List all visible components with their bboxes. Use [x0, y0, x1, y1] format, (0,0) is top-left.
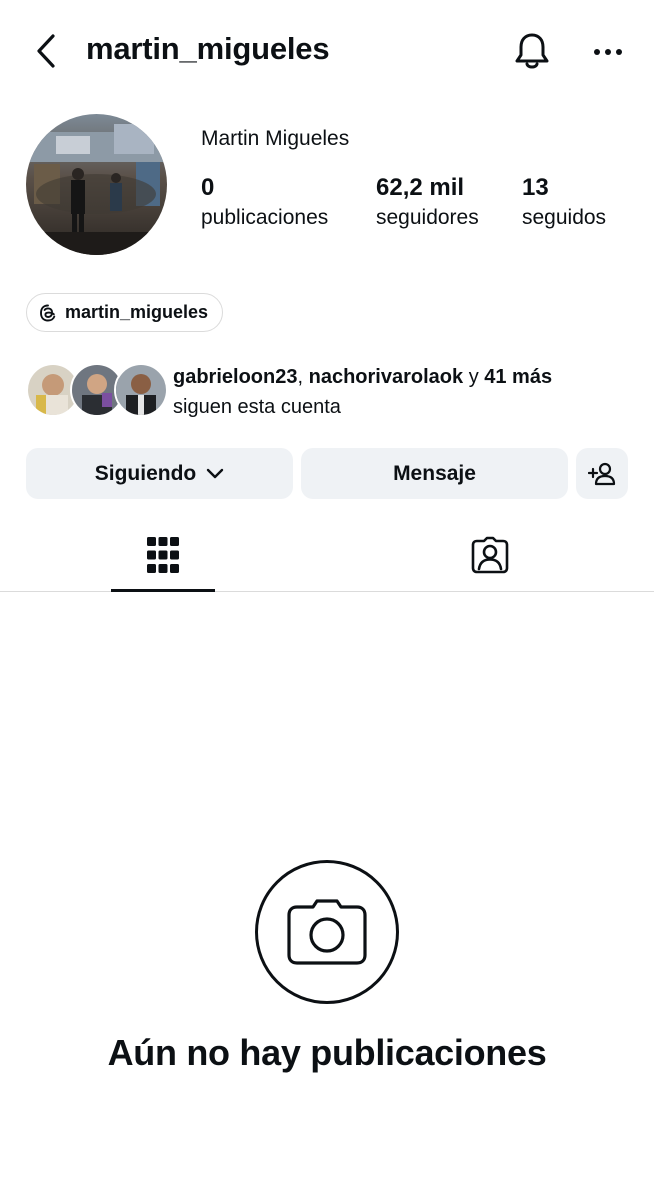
display-name: Martin Migueles [201, 127, 350, 150]
following-label: Siguiendo [94, 461, 197, 485]
stat-posts-label: publicaciones [201, 206, 329, 229]
following-button[interactable]: Siguiendo [26, 448, 293, 499]
stat-followers-count: 62,2 mil [376, 174, 465, 201]
top-bar: martin_migueles [0, 0, 654, 100]
mutual-followers-avatars[interactable] [26, 363, 168, 417]
stat-following[interactable]: 13 seguidos [522, 173, 606, 233]
message-label: Mensaje [393, 461, 476, 485]
chevron-left-icon [37, 34, 55, 68]
camera-icon [287, 899, 367, 965]
add-person-icon [588, 462, 616, 485]
chevron-down-icon [207, 468, 224, 478]
profile-page: martin_migueles Martin Migueles 0 public… [0, 0, 654, 1200]
threads-profile-link[interactable]: martin_migueles [26, 293, 224, 332]
bell-icon [515, 33, 549, 69]
mutual-followers-text[interactable]: gabrieloon23, nachorivarolaok y 41 más s… [173, 362, 552, 422]
active-tab-indicator [111, 589, 215, 592]
suggest-accounts-button[interactable] [576, 448, 628, 499]
stat-followers-label: seguidores [376, 206, 479, 229]
grid-icon [147, 537, 179, 573]
mutual-separator: , [297, 366, 309, 388]
empty-state-camera [255, 860, 399, 1004]
back-button[interactable] [28, 30, 64, 72]
empty-state-title: Aún no hay publicaciones [107, 1032, 547, 1073]
mutual-others-count[interactable]: 41 más [484, 366, 552, 388]
stat-followers[interactable]: 62,2 mil seguidores [376, 173, 479, 233]
notifications-button[interactable] [510, 29, 554, 73]
message-button[interactable]: Mensaje [301, 448, 568, 499]
mutual-suffix: siguen esta cuenta [173, 396, 341, 418]
tab-posts[interactable] [111, 520, 215, 590]
mutual-follower-1[interactable]: gabrieloon23 [173, 366, 297, 388]
threads-handle: martin_migueles [65, 302, 209, 322]
threads-icon [40, 304, 56, 321]
profile-avatar[interactable] [26, 114, 167, 255]
mutual-connector: y [468, 366, 479, 388]
more-options-button[interactable] [588, 32, 628, 72]
profile-tabs [0, 520, 654, 592]
mutual-follower-2[interactable]: nachorivarolaok [309, 366, 464, 388]
stat-posts[interactable]: 0 publicaciones [201, 173, 328, 233]
stat-posts-count: 0 [201, 174, 215, 201]
profile-username-title: martin_migueles [86, 31, 330, 66]
tagged-user-icon [471, 536, 509, 574]
stat-following-label: seguidos [522, 206, 607, 229]
stat-following-count: 13 [522, 174, 549, 201]
more-horizontal-icon [594, 49, 622, 55]
avatar-photo [26, 114, 167, 255]
tab-tagged[interactable] [438, 520, 542, 590]
avatar [114, 363, 168, 417]
